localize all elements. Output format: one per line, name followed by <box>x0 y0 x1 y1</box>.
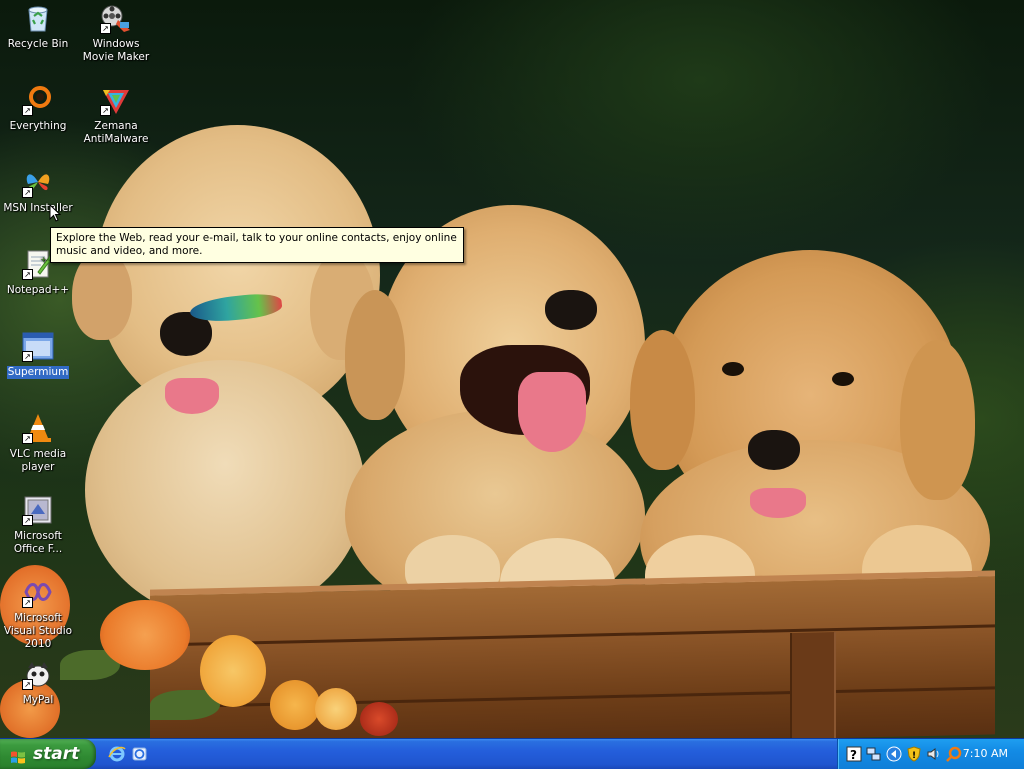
yellow-flower <box>270 680 320 730</box>
desktop-icon-microsoft-office-file[interactable]: ↗ Microsoft Office F... <box>1 494 75 556</box>
desktop-icon-everything[interactable]: ↗ Everything <box>1 84 75 133</box>
desktop-icon-label: Supermium <box>6 366 70 379</box>
desktop-icon-label: Recycle Bin <box>7 38 69 50</box>
crate-slat <box>150 624 995 647</box>
everything-search-icon: ↗ <box>22 84 54 116</box>
zemana-icon: ↗ <box>100 84 132 116</box>
shortcut-arrow-icon: ↗ <box>22 269 33 280</box>
puppy-right-eye-right <box>832 372 854 386</box>
vlc-cone-icon: ↗ <box>22 412 54 444</box>
movie-maker-icon: ↗ <box>100 2 132 34</box>
taskbar: start ? ! 7:10 AM <box>0 738 1024 769</box>
yellow-flower <box>200 635 266 707</box>
puppy-left-ear-left <box>72 250 132 340</box>
desktop-icon-label: Zemana AntiMalware <box>83 120 149 145</box>
desktop-icon-mypal[interactable]: ↗ MyPal <box>1 658 75 707</box>
visual-studio-icon: ↗ <box>22 576 54 608</box>
shortcut-arrow-icon: ↗ <box>100 23 111 34</box>
puppy-left-tongue <box>165 378 219 414</box>
internet-explorer-icon[interactable] <box>108 745 126 763</box>
desktop-icon-vlc-media-player[interactable]: ↗ VLC media player <box>1 412 75 474</box>
yellow-flower <box>315 688 357 730</box>
desktop-icon-label: MSN Installer <box>3 202 73 214</box>
network-icon[interactable] <box>866 746 882 762</box>
desktop-icon-label: Microsoft Office F... <box>13 530 63 555</box>
desktop-icon-label: VLC media player <box>9 448 67 473</box>
wifi-icon[interactable] <box>886 746 902 762</box>
shortcut-arrow-icon: ↗ <box>22 105 33 116</box>
red-flower <box>360 702 398 736</box>
desktop-icon-visual-studio-2010[interactable]: ↗ Microsoft Visual Studio 2010 <box>1 576 75 651</box>
desktop-wallpaper <box>0 0 1024 738</box>
puppy-right-ear-left <box>630 330 695 470</box>
svg-text:!: ! <box>912 751 916 761</box>
puppy-middle-ear <box>345 290 405 420</box>
puppy-right-tongue <box>750 488 806 518</box>
office-file-icon: ↗ <box>22 494 54 526</box>
desktop-icon-label: Windows Movie Maker <box>82 38 150 63</box>
desktop-icon-label: MyPal <box>22 694 54 706</box>
puppy-right-nose <box>748 430 800 470</box>
start-button[interactable]: start <box>0 739 96 769</box>
desktop-icon-msn-installer[interactable]: ↗ MSN Installer <box>1 166 75 215</box>
taskbar-clock[interactable]: 7:10 AM <box>963 739 1008 769</box>
system-tray: ? ! 7:10 AM <box>837 739 1024 769</box>
shortcut-arrow-icon: ↗ <box>22 187 33 198</box>
shortcut-arrow-icon: ↗ <box>22 679 33 690</box>
shortcut-arrow-icon: ↗ <box>22 351 33 362</box>
search-tray-icon[interactable] <box>946 746 962 762</box>
shortcut-arrow-icon: ↗ <box>22 597 33 608</box>
puppy-right-ear-right <box>900 340 975 500</box>
msn-installer-tooltip: Explore the Web, read your e-mail, talk … <box>50 227 464 263</box>
puppy-middle-tongue <box>518 372 586 452</box>
crate-post <box>790 632 836 738</box>
shortcut-arrow-icon: ↗ <box>22 433 33 444</box>
desktop-icon-windows-movie-maker[interactable]: ↗ Windows Movie Maker <box>79 2 153 64</box>
desktop-switch-icon[interactable] <box>131 745 149 763</box>
desktop-icon-label: Everything <box>9 120 67 132</box>
desktop-icon-zemana-antimalware[interactable]: ↗ Zemana AntiMalware <box>79 84 153 146</box>
start-label: start <box>33 744 80 764</box>
shortcut-arrow-icon: ↗ <box>22 515 33 526</box>
desktop-icon-label: Microsoft Visual Studio 2010 <box>3 612 73 650</box>
svg-text:?: ? <box>850 748 857 762</box>
supermium-window-icon: ↗ <box>22 330 54 362</box>
shield-icon[interactable]: ! <box>906 746 922 762</box>
puppy-right-eye-left <box>722 362 744 376</box>
desktop-icon-label: Notepad++ <box>6 284 70 296</box>
help-icon[interactable]: ? <box>846 746 862 762</box>
msn-butterfly-icon: ↗ <box>22 166 54 198</box>
puppy-middle-nose <box>545 290 597 330</box>
orange-flower <box>100 600 190 670</box>
windows-logo-icon <box>10 746 26 764</box>
puppy-left-body <box>85 360 365 620</box>
shortcut-arrow-icon: ↗ <box>100 105 111 116</box>
desktop-icon-supermium[interactable]: ↗ Supermium <box>1 330 75 379</box>
desktop-icon-recycle-bin[interactable]: Recycle Bin <box>1 2 75 51</box>
volume-icon[interactable] <box>926 746 942 762</box>
recycle-bin-icon <box>22 2 54 34</box>
mypal-icon: ↗ <box>22 658 54 690</box>
